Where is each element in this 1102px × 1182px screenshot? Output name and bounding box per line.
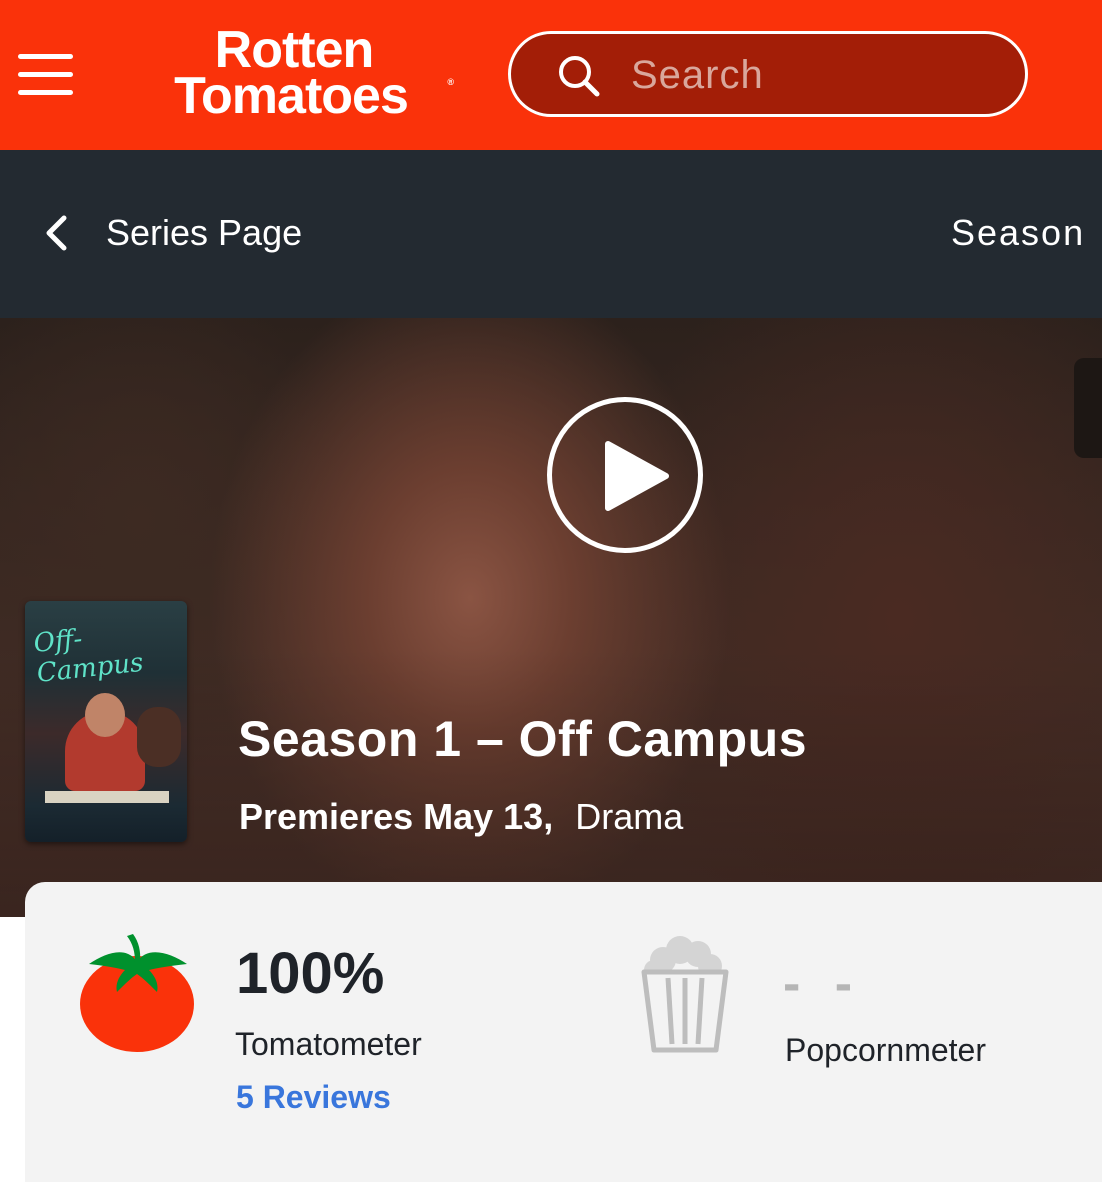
series-subnav: Series Page Season (0, 150, 1102, 318)
back-to-series-link[interactable]: Series Page (44, 208, 302, 258)
tomatometer-score: 100% (236, 941, 385, 1006)
carousel-edge (1074, 358, 1102, 458)
top-header: Rotten Tomatoes ® (0, 0, 1102, 150)
back-link-label: Series Page (106, 212, 303, 253)
search-input[interactable] (629, 52, 993, 98)
popcornmeter-score: - - (783, 955, 863, 1013)
rotten-tomatoes-logo[interactable]: Rotten Tomatoes ® (126, 24, 456, 128)
popcornmeter-label: Popcornmeter (785, 1032, 986, 1068)
tomatometer-label: Tomatometer (235, 1026, 422, 1062)
search-bar[interactable] (508, 31, 1028, 117)
season-meta: Premieres May 13, Drama (239, 796, 683, 838)
genre-label: Drama (575, 796, 684, 837)
season-tab[interactable]: Season (951, 212, 1085, 254)
premiere-date: Premieres May 13, (239, 796, 554, 837)
popcorn-icon (641, 936, 729, 1053)
hamburger-menu-button[interactable] (18, 52, 74, 98)
hamburger-icon (18, 54, 73, 59)
score-card: 100% Tomatometer 5 Reviews - - Popcornme… (25, 882, 1102, 1182)
play-trailer-button[interactable] (547, 397, 703, 553)
search-icon (559, 56, 600, 97)
season-poster[interactable]: Off-Campus (25, 601, 187, 842)
chevron-left-icon (46, 215, 67, 251)
reviews-link[interactable]: 5 Reviews (236, 1079, 391, 1116)
page-title: Season 1 – Off Campus (238, 711, 807, 767)
play-icon (605, 441, 669, 511)
tomato-icon (80, 934, 194, 1052)
hero-banner: Off-Campus Season 1 – Off Campus Premier… (0, 318, 1102, 917)
